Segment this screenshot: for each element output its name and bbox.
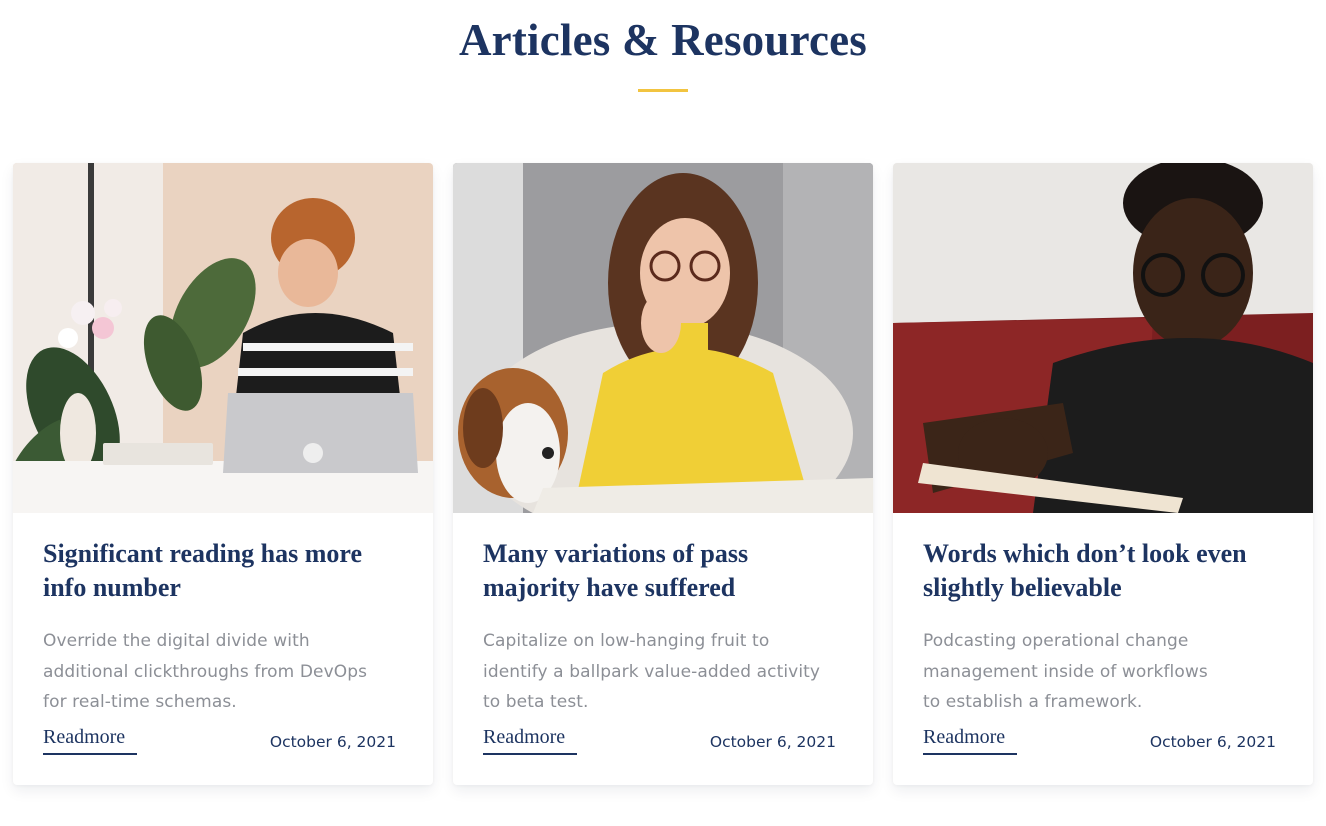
article-image-man-reading[interactable] [893,163,1313,513]
article-title[interactable]: Words which don’t look even slightly beli… [923,537,1263,605]
readmore-link[interactable]: Readmore [923,726,1017,755]
article-excerpt: Podcasting operational change management … [923,631,1208,712]
article-card: Many variations of pass majority have suf… [453,163,873,785]
article-excerpt: Override the digital divide with addition… [43,631,368,712]
article-title[interactable]: Significant reading has more info number [43,537,383,605]
article-date: October 6, 2021 [1149,733,1276,751]
article-date: October 6, 2021 [709,733,836,751]
article-excerpt: Capitalize on low-hanging fruit to identi… [483,631,821,712]
article-title[interactable]: Many variations of pass majority have suf… [483,537,823,605]
title-accent-divider [638,89,688,92]
section-title: Articles & Resources [458,15,868,65]
article-card: Words which don’t look even slightly beli… [893,163,1313,785]
article-card: Significant reading has more info number … [13,163,433,785]
readmore-link[interactable]: Readmore [43,726,137,755]
article-image-woman-laptop[interactable] [13,163,433,513]
article-date: October 6, 2021 [269,733,396,751]
article-image-woman-reading-dog[interactable] [453,163,873,513]
readmore-link[interactable]: Readmore [483,726,577,755]
